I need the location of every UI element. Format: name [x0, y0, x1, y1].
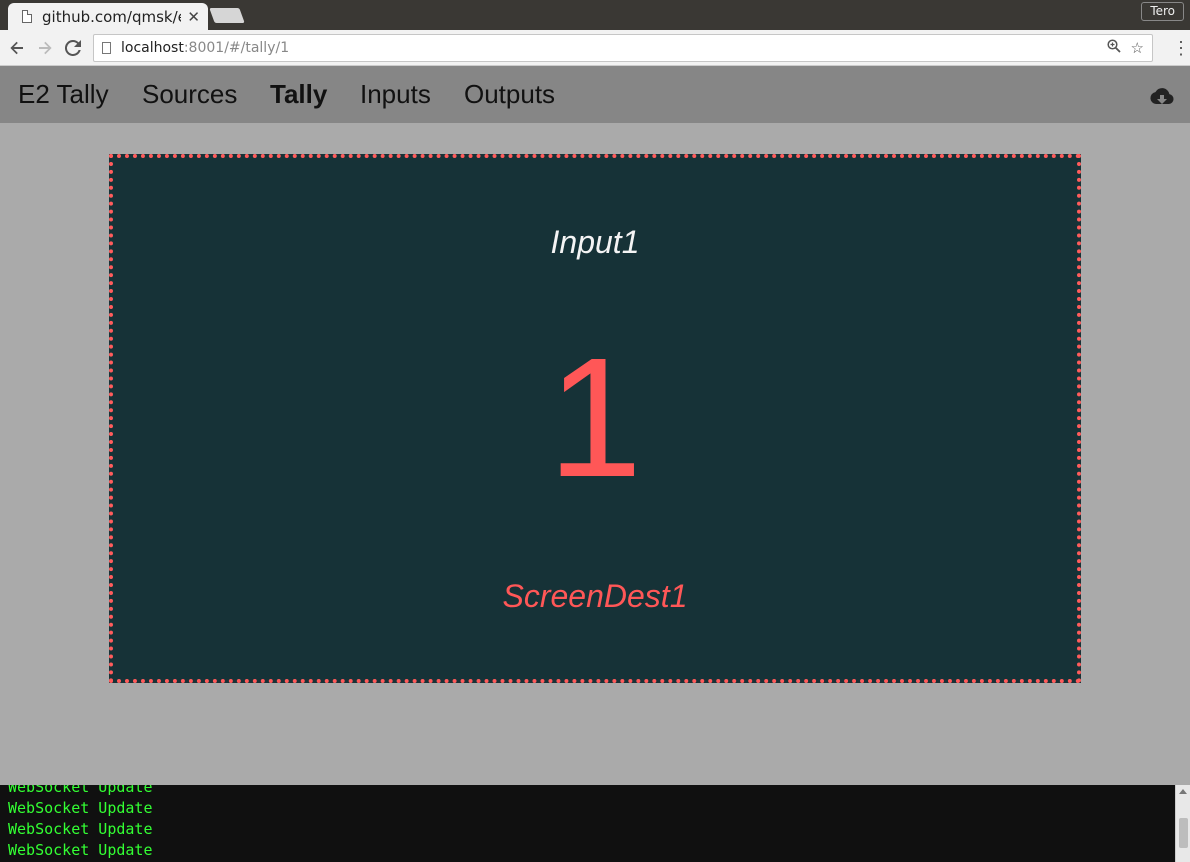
star-icon[interactable]: ☆ — [1131, 39, 1144, 57]
log-line: WebSocket Update — [8, 799, 153, 817]
scroll-up-icon[interactable] — [1179, 789, 1187, 794]
tab-title: github.com/qmsk/e — [42, 7, 182, 26]
console-scrollbar[interactable] — [1175, 785, 1190, 862]
tally-number: 1 — [547, 323, 643, 513]
browser-toolbar: localhost:8001/#/tally/1 ☆ ⋮ — [0, 30, 1190, 66]
log-line: WebSocket Update — [8, 820, 153, 838]
browser-tabstrip: github.com/qmsk/e ✕ Tero — [0, 0, 1190, 30]
address-bar[interactable]: localhost:8001/#/tally/1 ☆ — [93, 34, 1153, 62]
reload-icon[interactable] — [62, 37, 84, 59]
browser-tab[interactable]: github.com/qmsk/e ✕ — [8, 3, 208, 30]
page-icon — [102, 42, 111, 54]
cloud-download-icon[interactable] — [1150, 86, 1174, 108]
nav-item-tally[interactable]: Tally — [270, 79, 327, 110]
scrollbar-thumb[interactable] — [1179, 818, 1188, 848]
url-text[interactable]: localhost:8001/#/tally/1 — [121, 40, 1097, 56]
forward-icon[interactable] — [34, 37, 56, 59]
zoom-icon[interactable] — [1106, 39, 1121, 57]
brand-link[interactable]: E2 Tally — [18, 79, 109, 110]
app-navbar: E2 Tally Sources Tally Inputs Outputs — [0, 66, 1190, 123]
tab-close-icon[interactable]: ✕ — [187, 8, 200, 26]
nav-item-sources[interactable]: Sources — [142, 79, 237, 110]
url-host: localhost — [121, 40, 184, 56]
input-name: Input1 — [550, 224, 640, 260]
log-line: WebSocket Update — [8, 841, 153, 859]
nav-item-inputs[interactable]: Inputs — [360, 79, 431, 110]
destination-name: ScreenDest1 — [502, 578, 688, 614]
log-console[interactable]: WebSocket Update WebSocket Update WebSoc… — [0, 785, 1190, 862]
nav-item-outputs[interactable]: Outputs — [464, 79, 555, 110]
url-path: :8001/#/tally/1 — [183, 40, 290, 56]
profile-button[interactable]: Tero — [1141, 2, 1184, 21]
page-icon — [22, 10, 32, 23]
new-tab-button[interactable] — [209, 8, 245, 23]
menu-icon[interactable]: ⋮ — [1172, 38, 1190, 58]
tally-panel: Input1 1 ScreenDest1 — [109, 154, 1081, 683]
log-line: WebSocket Update — [8, 785, 153, 796]
log-lines: WebSocket Update WebSocket Update WebSoc… — [8, 785, 153, 861]
back-icon[interactable] — [6, 37, 28, 59]
